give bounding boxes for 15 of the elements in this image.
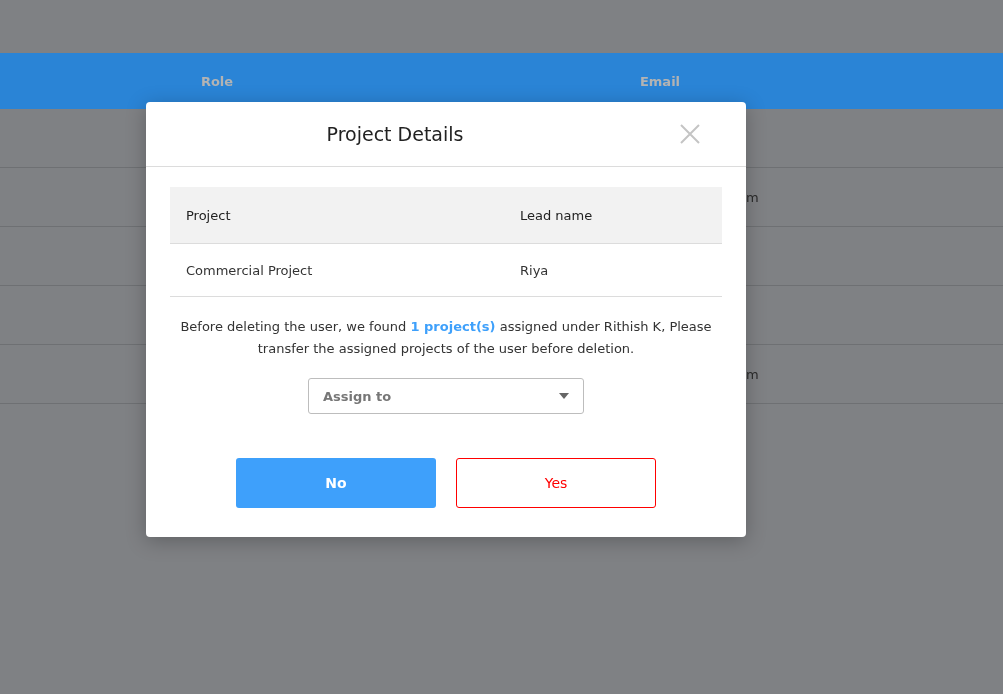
column-header: Email [639,73,681,89]
close-icon[interactable] [680,124,700,144]
column-header: Project [170,187,504,244]
table-cell: m [746,366,759,382]
table-cell: Commercial Project [170,244,504,297]
yes-button[interactable]: Yes [456,458,656,508]
no-button[interactable]: No [236,458,436,508]
table-cell: m [746,189,759,205]
table-cell: Riya [504,244,722,297]
assign-dropdown[interactable]: Assign to [308,378,584,414]
caret-icon [559,393,569,399]
warning-message: Before deleting the user, we found 1 project(s) assigned under Rithish K, Please transfer the assigned projects of the user before deletion. [179,318,713,358]
dialog-title: Project Details [325,123,465,145]
column-header: Lead name [504,187,722,244]
column-header: Role [200,73,234,89]
